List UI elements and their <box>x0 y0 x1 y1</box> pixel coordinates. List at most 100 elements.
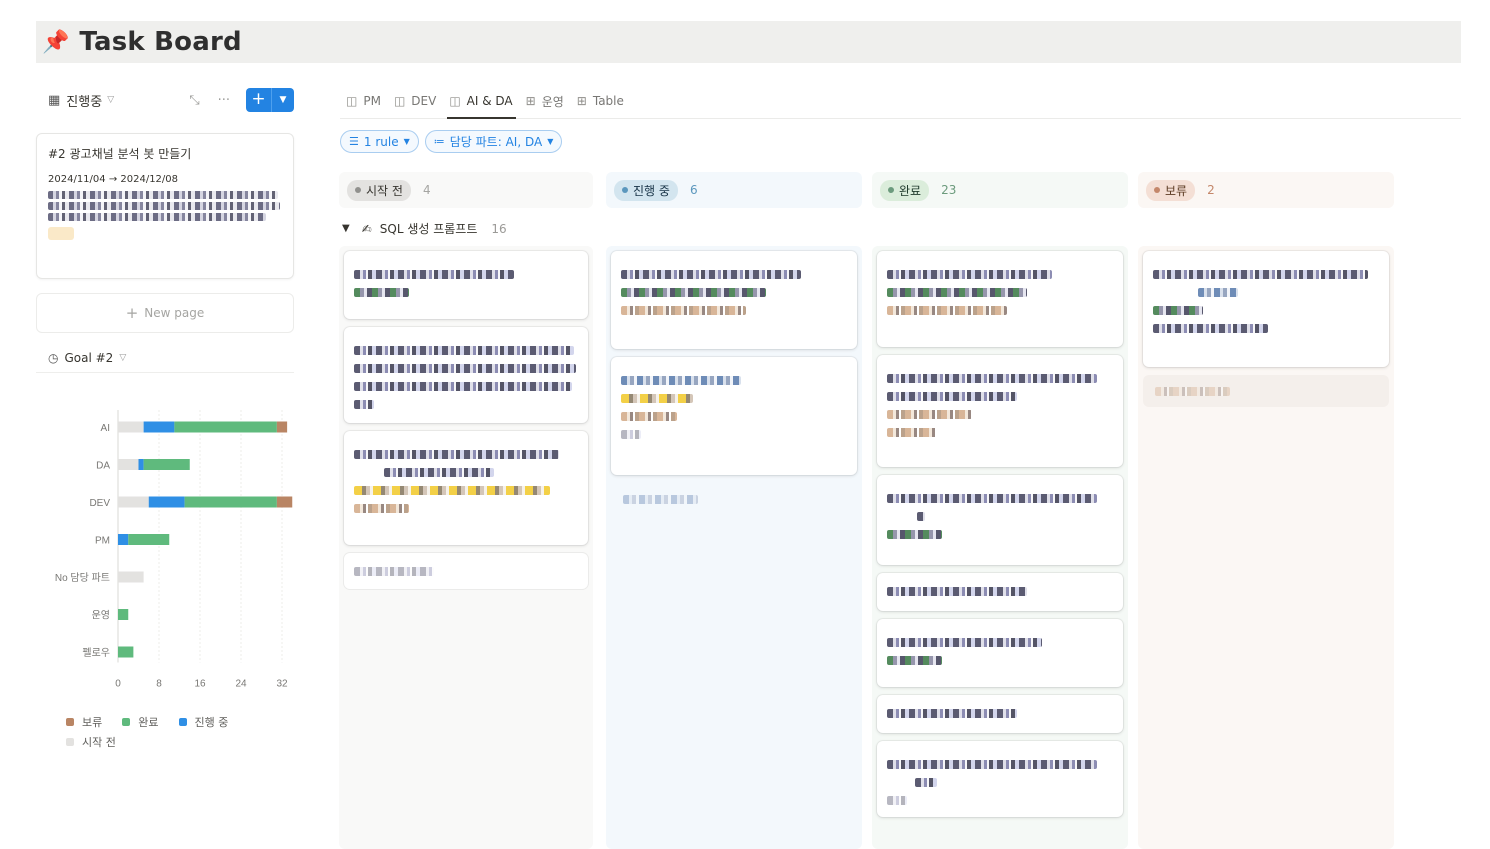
redacted-text <box>917 512 925 521</box>
column-header[interactable]: 완료 23 <box>872 172 1128 208</box>
part-filter-chip[interactable]: ≔ 담당 파트: AI, DA ▼ <box>424 130 563 153</box>
lane-todo <box>339 246 593 849</box>
expand-icon[interactable]: ⤡ <box>189 93 199 108</box>
tab-pm[interactable]: ◫ PM <box>340 84 388 118</box>
bar-segment <box>128 534 170 545</box>
status-label: 완료 <box>899 183 922 198</box>
bar-segment <box>118 496 149 508</box>
bar-segment <box>184 496 277 508</box>
kanban-card[interactable] <box>877 619 1123 687</box>
y-tick-label: DA <box>96 461 110 472</box>
kanban-card[interactable] <box>877 251 1123 347</box>
status-label: 보류 <box>1165 183 1188 198</box>
bar-segment <box>118 421 144 433</box>
column-header[interactable]: 진행 중 6 <box>606 172 862 208</box>
kanban-card[interactable] <box>877 741 1123 817</box>
board-icon: ◫ <box>346 94 358 108</box>
redacted-text <box>354 364 576 373</box>
kanban-card[interactable] <box>344 327 588 423</box>
legend-label: 보류 <box>82 716 103 729</box>
new-card-row[interactable] <box>611 483 857 515</box>
y-tick-label: AI <box>101 423 110 434</box>
redacted-text <box>621 376 741 385</box>
bar-chart-svg: 0 8 16 24 32 AI DA DEV PM No 담당 파트운영펠로우 <box>55 410 293 690</box>
bar-segment <box>276 421 288 433</box>
kanban-card[interactable] <box>877 573 1123 611</box>
status-dot-icon <box>1154 187 1160 193</box>
group-count: 16 <box>491 221 507 236</box>
redacted-text <box>887 494 1097 503</box>
x-tick-label: 24 <box>235 679 247 690</box>
redacted-text <box>48 191 278 199</box>
redacted-text <box>887 530 942 539</box>
redacted-text <box>1153 324 1268 333</box>
kanban-card[interactable] <box>611 357 857 475</box>
tab-ai-da[interactable]: ◫ AI & DA <box>443 84 519 119</box>
redacted-text <box>887 760 1097 769</box>
kanban-card[interactable] <box>877 355 1123 467</box>
redacted-text <box>887 709 1017 718</box>
chevron-down-icon[interactable]: ▼ <box>272 88 294 112</box>
redacted-text <box>1153 306 1203 315</box>
plus-icon[interactable]: + <box>246 88 272 112</box>
tab-table[interactable]: ⊞ Table <box>571 84 631 118</box>
filter-bar: ☰ 1 rule ▼ ≔ 담당 파트: AI, DA ▼ <box>340 130 568 153</box>
kanban-card[interactable] <box>344 431 588 545</box>
kanban-card[interactable] <box>344 251 588 319</box>
bar-segment <box>118 534 129 545</box>
kanban-card[interactable] <box>877 695 1123 733</box>
bar-segment <box>118 459 139 470</box>
redacted-text <box>887 270 1052 279</box>
redacted-text <box>354 567 434 576</box>
column-count: 2 <box>1207 183 1215 197</box>
part-filter-label: 담당 파트: AI, DA <box>449 135 543 149</box>
rule-filter-chip[interactable]: ☰ 1 rule ▼ <box>340 130 419 153</box>
card-dates: 2024/11/04 → 2024/12/08 <box>48 174 179 185</box>
new-button[interactable]: + ▼ <box>246 88 294 112</box>
column-count: 4 <box>422 183 431 197</box>
tab-dev[interactable]: ◫ DEV <box>388 84 443 118</box>
redacted-text <box>887 638 1042 647</box>
kanban-card[interactable] <box>1143 251 1389 367</box>
redacted-text <box>354 504 409 513</box>
legend-item: 시작 전 <box>66 734 116 750</box>
kanban-card[interactable] <box>877 475 1123 565</box>
toggle-triangle-icon[interactable]: ▼ <box>342 223 350 234</box>
status-label: 시작 전 <box>366 183 403 198</box>
view-tabs: ◫ PM ◫ DEV ◫ AI & DA ⊞ 운영 ⊞ Table <box>340 84 1461 119</box>
status-dot-icon <box>355 187 361 193</box>
page-header: 📌 Task Board <box>36 21 1461 63</box>
legend-swatch <box>66 738 74 746</box>
redacted-text <box>887 410 972 419</box>
redacted-text <box>887 587 1027 596</box>
redacted-text <box>1155 387 1230 396</box>
tab-운영[interactable]: ⊞ 운영 <box>520 84 571 118</box>
kanban-card[interactable] <box>344 553 588 589</box>
redacted-tag <box>48 227 74 240</box>
view-selector[interactable]: ▦ 진행중 ▽ <box>48 91 114 110</box>
goal-view-selector[interactable]: ◷ Goal #2 ▽ <box>36 349 294 373</box>
gallery-card[interactable]: #2 광고채널 분석 봇 만들기 2024/11/04 → 2024/12/08 <box>36 133 294 279</box>
column-header[interactable]: 보류 2 <box>1138 172 1394 208</box>
group-label: SQL 생성 프롬프트 <box>379 222 478 236</box>
new-card-row[interactable] <box>1143 375 1389 407</box>
more-icon[interactable]: ··· <box>218 93 230 108</box>
new-page-button[interactable]: + New page <box>36 293 294 333</box>
legend-item: 완료 <box>122 714 159 730</box>
page-title: Task Board <box>79 27 242 57</box>
lane-done <box>872 246 1128 849</box>
writing-hand-icon: ✍ <box>361 221 372 236</box>
bar-segment <box>138 459 144 470</box>
redacted-text <box>354 450 559 459</box>
status-badge: 시작 전 <box>347 179 411 201</box>
chevron-down-icon: ▽ <box>119 352 127 363</box>
bar-segment <box>174 421 277 433</box>
status-badge: 진행 중 <box>614 179 678 201</box>
new-page-label: New page <box>144 306 205 320</box>
group-header[interactable]: ▼ ✍ SQL 생성 프롬프트 16 <box>342 220 507 237</box>
column-header[interactable]: 시작 전 4 <box>339 172 593 208</box>
redacted-text <box>354 346 574 355</box>
y-tick-label: PM <box>95 536 110 547</box>
kanban-card[interactable] <box>611 251 857 349</box>
redacted-text <box>887 374 1097 383</box>
